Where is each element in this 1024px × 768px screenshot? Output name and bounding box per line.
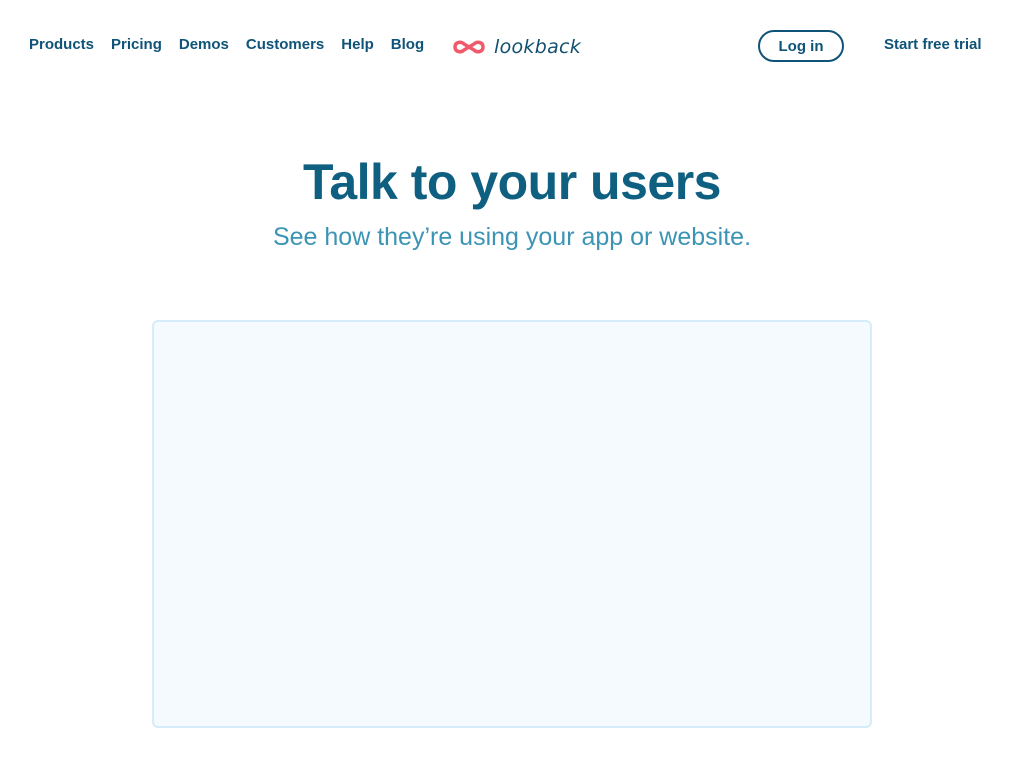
nav-link-help[interactable]: Help [341,36,374,54]
nav-link-customers[interactable]: Customers [246,36,324,54]
start-free-trial-link[interactable]: Start free trial [884,36,982,54]
nav-link-demos[interactable]: Demos [179,36,229,54]
lookback-logo[interactable]: lookback [451,35,581,59]
login-button[interactable]: Log in [758,30,844,62]
nav-link-blog[interactable]: Blog [391,36,424,54]
main-nav: Products Pricing Demos Customers Help Bl… [29,36,424,54]
nav-link-products[interactable]: Products [29,36,94,54]
logo-wordmark: lookback [494,36,582,58]
nav-link-pricing[interactable]: Pricing [111,36,162,54]
infinity-loop-icon [451,35,487,59]
video-placeholder-panel [152,320,872,728]
hero-subtitle: See how they’re using your app or websit… [272,223,752,251]
page: Products Pricing Demos Customers Help Bl… [0,0,1024,768]
top-navigation: Products Pricing Demos Customers Help Bl… [0,0,1024,92]
hero-title: Talk to your users [303,154,721,210]
